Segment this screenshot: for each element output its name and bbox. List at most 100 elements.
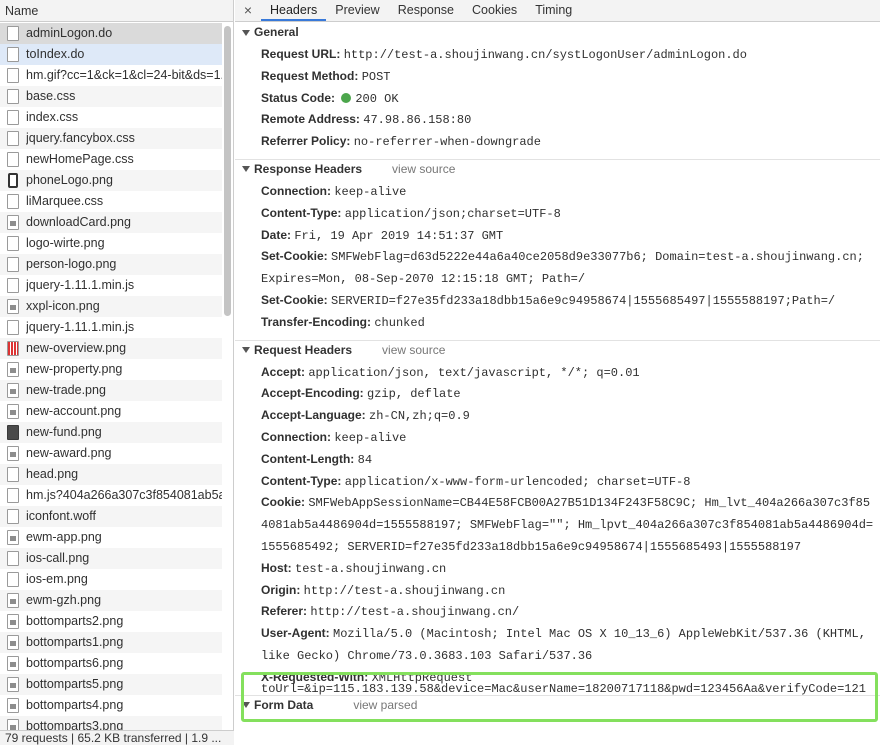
header-name: Referrer Policy: (261, 134, 351, 149)
image-file-icon (7, 698, 19, 713)
request-list-item[interactable]: phoneLogo.png (0, 170, 222, 191)
request-list-item[interactable]: new-award.png (0, 443, 222, 464)
image-file-icon (7, 614, 19, 629)
section-title: Request Headers (254, 342, 353, 357)
request-list-item[interactable]: new-overview.png (0, 338, 222, 359)
header-name: Connection: (261, 429, 331, 444)
header-name: Set-Cookie: (261, 292, 328, 307)
header-value: SERVERID=f27e35fd233a18dbb15a6e9c9495867… (331, 293, 836, 308)
request-headers-section: Request Headers view source Accept: appl… (235, 341, 880, 696)
request-list-item[interactable]: hm.js?404a266a307c3f854081ab5a... (0, 485, 222, 506)
request-headers-header[interactable]: Request Headers view source (235, 341, 880, 360)
general-section-header[interactable]: General (235, 23, 880, 42)
header-name: Set-Cookie: (261, 249, 328, 264)
request-list-item[interactable]: ewm-gzh.png (0, 590, 222, 611)
request-list-item[interactable]: ios-em.png (0, 569, 222, 590)
request-name: head.png (26, 467, 79, 481)
request-list-item[interactable]: new-property.png (0, 359, 222, 380)
header-row: Host: test-a.shoujinwang.cn (235, 558, 880, 580)
image-file-icon (7, 635, 19, 650)
file-icon (7, 509, 19, 524)
header-value: POST (361, 69, 391, 84)
request-list-item[interactable]: ios-call.png (0, 548, 222, 569)
request-name: new-property.png (26, 362, 123, 376)
response-headers-header[interactable]: Response Headers view source (235, 160, 880, 179)
header-name: Content-Type: (261, 473, 342, 488)
image-file-icon (7, 383, 19, 398)
request-list-item[interactable]: index.css (0, 107, 222, 128)
header-row: Remote Address: 47.98.86.158:80 (235, 109, 880, 131)
header-row: Cookie: SMFWebAppSessionName=CB44E58FCB0… (235, 492, 880, 557)
request-list-item[interactable]: liMarquee.css (0, 191, 222, 212)
network-summary-status: 79 requests | 65.2 KB transferred | 1.9 … (0, 730, 234, 745)
tab-preview[interactable]: Preview (326, 0, 388, 21)
request-list-item[interactable]: logo-wirte.png (0, 233, 222, 254)
header-name: Accept-Encoding: (261, 386, 364, 401)
request-list-item[interactable]: new-trade.png (0, 380, 222, 401)
header-row: Status Code: 200 OK (235, 88, 880, 110)
header-row: Content-Length: 84 (235, 449, 880, 471)
response-headers-section: Response Headers view source Connection:… (235, 160, 880, 341)
close-icon[interactable]: × (235, 0, 261, 21)
request-list-item[interactable]: adminLogon.do (0, 23, 222, 44)
image-file-icon (7, 593, 19, 608)
request-list-scrollbar[interactable] (224, 26, 231, 316)
header-row: Request Method: POST (235, 66, 880, 88)
request-list-item[interactable]: bottomparts2.png (0, 611, 222, 632)
image-file-icon (7, 446, 19, 461)
request-list-item[interactable]: bottomparts1.png (0, 632, 222, 653)
request-name: jquery-1.11.1.min.js (26, 320, 135, 334)
header-name: Content-Type: (261, 205, 342, 220)
request-list-item[interactable]: newHomePage.css (0, 149, 222, 170)
request-name: hm.js?404a266a307c3f854081ab5a... (26, 488, 222, 502)
request-list-item[interactable]: iconfont.woff (0, 506, 222, 527)
image-file-icon (7, 425, 19, 440)
request-list-item[interactable]: ewm-app.png (0, 527, 222, 548)
request-list-item[interactable]: bottomparts4.png (0, 695, 222, 716)
request-list-item[interactable]: jquery-1.11.1.min.js (0, 275, 222, 296)
header-name: Date: (261, 227, 292, 242)
request-name: bottomparts1.png (26, 635, 124, 649)
header-value: Fri, 19 Apr 2019 14:51:37 GMT (294, 228, 504, 243)
request-list-item[interactable]: toIndex.do (0, 44, 222, 65)
request-list-pane: Name adminLogon.do toIndex.do hm.gif?cc=1&… (0, 0, 234, 745)
tab-response[interactable]: Response (389, 0, 463, 21)
header-row: Origin: http://test-a.shoujinwang.cn (235, 580, 880, 602)
request-name: bottomparts2.png (26, 614, 124, 628)
request-list-item[interactable]: hm.gif?cc=1&ck=1&cl=24-bit&ds=1... (0, 65, 222, 86)
request-name: hm.gif?cc=1&ck=1&cl=24-bit&ds=1... (26, 68, 222, 82)
request-list-item[interactable]: bottomparts6.png (0, 653, 222, 674)
header-row: Referrer Policy: no-referrer-when-downgr… (235, 131, 880, 153)
header-name: User-Agent: (261, 626, 330, 641)
request-list-item[interactable]: person-logo.png (0, 254, 222, 275)
request-list-item[interactable]: base.css (0, 86, 222, 107)
view-source-link[interactable]: view source (392, 160, 455, 179)
request-list-item[interactable]: new-account.png (0, 401, 222, 422)
request-list-item[interactable]: downloadCard.png (0, 212, 222, 233)
tab-headers[interactable]: Headers (261, 0, 327, 21)
tab-cookies[interactable]: Cookies (463, 0, 526, 21)
view-source-link[interactable]: view source (382, 341, 445, 360)
header-row: Set-Cookie: SMFWebFlag=d63d5222e44a6a40c… (235, 246, 880, 290)
request-list-item[interactable]: bottomparts5.png (0, 674, 222, 695)
request-list-item[interactable]: bottomparts3.png (0, 716, 222, 730)
request-name: ewm-gzh.png (26, 593, 102, 607)
request-list-item[interactable]: head.png (0, 464, 222, 485)
name-column-header[interactable]: Name (0, 0, 233, 22)
tab-timing[interactable]: Timing (526, 0, 581, 21)
image-file-icon (7, 719, 19, 730)
request-list-item[interactable]: xxpl-icon.png (0, 296, 222, 317)
request-name: bottomparts3.png (26, 719, 124, 730)
header-name: Accept: (261, 364, 306, 379)
request-list-item[interactable]: jquery.fancybox.css (0, 128, 222, 149)
image-file-icon (7, 341, 19, 356)
header-value: application/json, text/javascript, */*; … (308, 365, 640, 380)
request-name: jquery-1.11.1.min.js (26, 278, 135, 292)
request-list-item[interactable]: jquery-1.11.1.min.js (0, 317, 222, 338)
header-value: 84 (357, 452, 373, 467)
file-icon (7, 320, 19, 335)
status-ok-icon (341, 92, 352, 103)
header-value: 47.98.86.158:80 (363, 113, 472, 128)
image-file-icon (7, 530, 19, 545)
request-list-item[interactable]: new-fund.png (0, 422, 222, 443)
